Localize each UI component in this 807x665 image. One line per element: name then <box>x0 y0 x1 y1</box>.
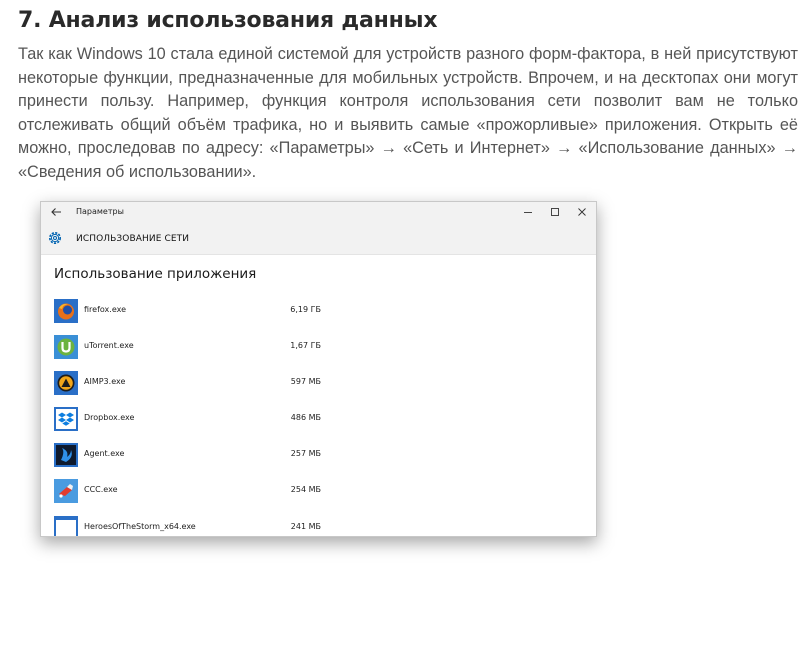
app-row-ccc[interactable]: CCC.exe 254 МБ <box>41 479 596 515</box>
firefox-icon <box>54 299 78 323</box>
maximize-icon[interactable] <box>549 206 561 218</box>
window-titlebar: Параметры <box>41 202 596 224</box>
app-name: HeroesOfTheStorm_x64.exe <box>84 522 196 531</box>
dropbox-icon <box>54 407 78 431</box>
section-title: Использование приложения <box>54 266 257 282</box>
app-usage: 254 МБ <box>290 485 321 494</box>
window-title: Параметры <box>76 207 124 216</box>
app-name: Agent.exe <box>84 449 125 458</box>
minimize-icon[interactable] <box>522 206 534 218</box>
heroes-icon <box>54 516 78 536</box>
app-usage: 257 МБ <box>290 449 321 458</box>
article-body: Так как Windows 10 стала единой системой… <box>18 45 798 181</box>
agent-icon <box>54 443 78 467</box>
app-row-heroes[interactable]: HeroesOfTheStorm_x64.exe 241 МБ <box>41 516 596 536</box>
app-row-agent[interactable]: Agent.exe 257 МБ <box>41 443 596 479</box>
gear-icon <box>49 232 61 244</box>
app-usage: 486 МБ <box>290 413 321 422</box>
settings-window-screenshot: Параметры ИСПОЛЬЗОВАНИЕ СЕТИ Использован… <box>40 201 597 537</box>
back-arrow-icon[interactable] <box>49 205 63 219</box>
app-usage: 597 МБ <box>290 377 321 386</box>
article-title: 7. Анализ использования данных <box>18 8 438 33</box>
page-header: ИСПОЛЬЗОВАНИЕ СЕТИ <box>41 224 596 255</box>
app-name: firefox.exe <box>84 305 127 314</box>
app-name: AIMP3.exe <box>84 377 126 386</box>
app-name: CCC.exe <box>84 485 118 494</box>
app-row-firefox[interactable]: firefox.exe 6,19 ГБ <box>41 299 596 335</box>
app-usage: 6,19 ГБ <box>290 305 321 314</box>
ccc-icon <box>54 479 78 503</box>
utorrent-icon <box>54 335 78 359</box>
close-icon[interactable] <box>576 206 588 218</box>
app-name: uTorrent.exe <box>84 341 134 350</box>
app-row-utorrent[interactable]: uTorrent.exe 1,67 ГБ <box>41 335 596 371</box>
aimp-icon <box>54 371 78 395</box>
app-row-aimp[interactable]: AIMP3.exe 597 МБ <box>41 371 596 407</box>
app-name: Dropbox.exe <box>84 413 135 422</box>
page-title: ИСПОЛЬЗОВАНИЕ СЕТИ <box>76 234 190 244</box>
app-usage: 241 МБ <box>290 522 321 531</box>
app-usage: 1,67 ГБ <box>290 341 321 350</box>
app-row-dropbox[interactable]: Dropbox.exe 486 МБ <box>41 407 596 443</box>
